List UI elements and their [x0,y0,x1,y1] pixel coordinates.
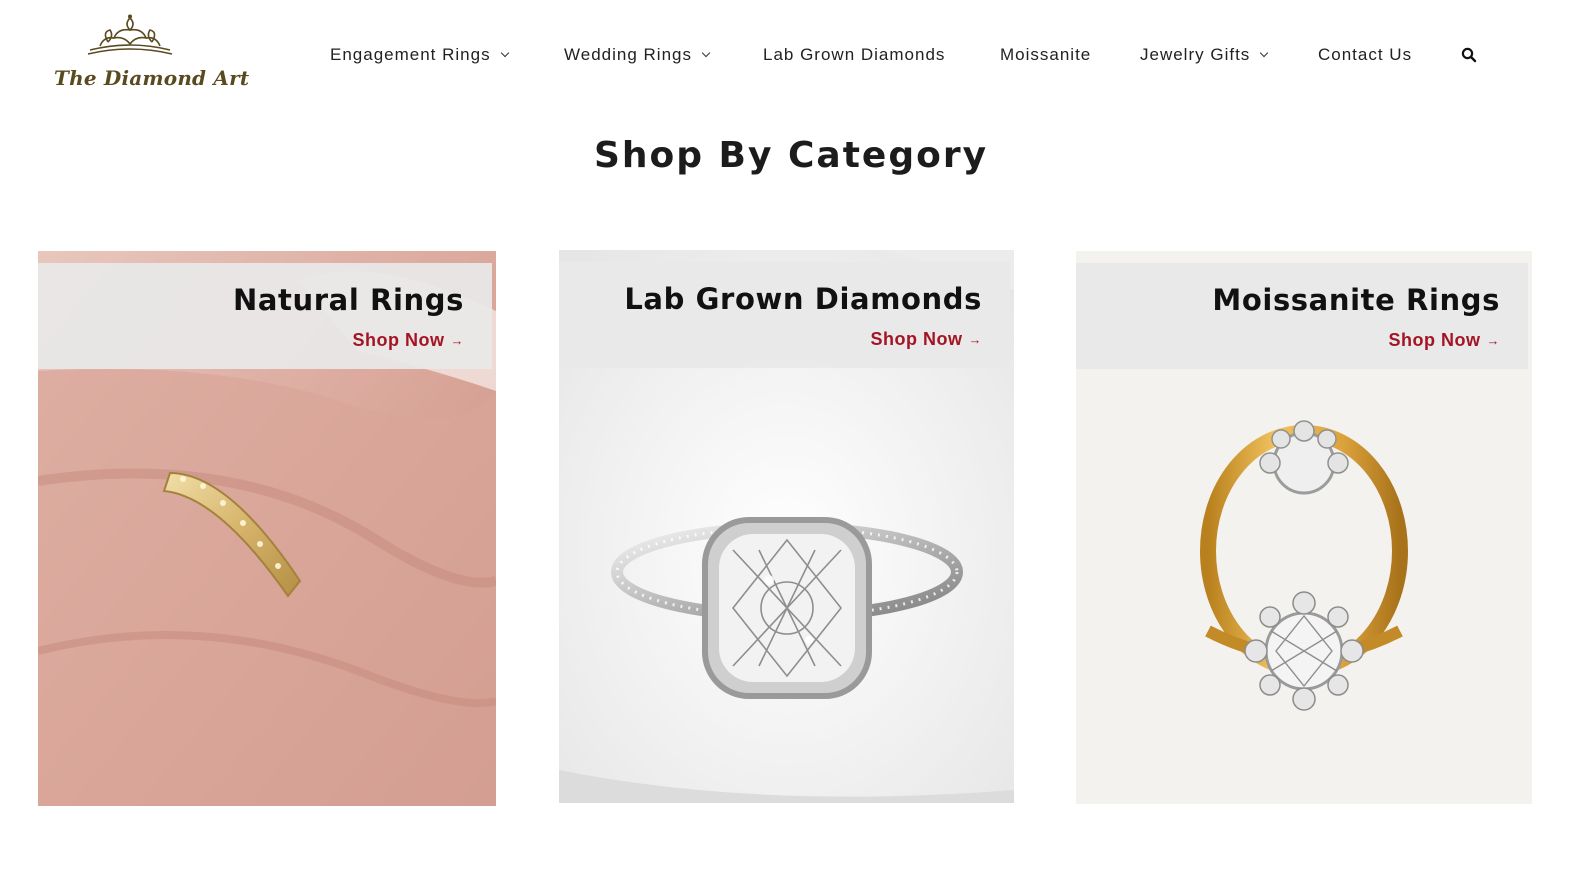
nav-label: Contact Us [1318,45,1413,64]
nav-label: Lab Grown Diamonds [763,45,946,64]
category-banner: Lab Grown Diamonds Shop Now → [559,262,1010,368]
shop-now-label: Shop Now [1388,330,1481,350]
category-title: Lab Grown Diamonds [624,282,982,316]
tiara-icon [87,14,173,55]
nav-label: Moissanite [1000,45,1092,64]
category-banner: Moissanite Rings Shop Now → [1076,263,1528,369]
shop-now-link[interactable]: Shop Now → [871,329,983,350]
chevron-down-icon [500,48,509,58]
brand-name: The Diamond Art [54,66,250,90]
category-title: Natural Rings [233,283,464,317]
category-banner: Natural Rings Shop Now → [38,263,492,369]
arrow-right-icon: → [1486,333,1500,348]
nav-lab-grown-diamonds[interactable]: Lab Grown Diamonds [763,40,945,70]
shop-now-label: Shop Now [870,329,963,349]
nav-contact-us[interactable]: Contact Us [1318,40,1412,70]
nav-label: Engagement Rings [330,45,491,64]
category-title: Moissanite Rings [1212,283,1500,317]
shop-now-link[interactable]: Shop Now → [1389,330,1501,351]
category-card-lab-grown-diamonds[interactable]: Lab Grown Diamonds Shop Now → [559,250,1014,803]
shop-now-label: Shop Now [352,330,445,350]
site-header: The Diamond Art Engagement Rings Wedding… [0,0,1582,110]
chevron-down-icon [1260,48,1269,58]
arrow-right-icon: → [450,333,464,348]
nav-label: Jewelry Gifts [1140,45,1251,64]
arrow-right-icon: → [968,332,982,347]
shop-now-link[interactable]: Shop Now → [353,330,465,351]
brand-logo[interactable]: The Diamond Art [50,14,249,94]
nav-jewelry-gifts[interactable]: Jewelry Gifts [1140,40,1269,70]
category-card-natural-rings[interactable]: Natural Rings Shop Now → [38,251,496,806]
nav-label: Wedding Rings [564,45,692,64]
section-title: Shop By Category [593,135,989,176]
category-card-moissanite-rings[interactable]: Moissanite Rings Shop Now → [1076,251,1532,804]
search-icon[interactable] [1461,47,1477,63]
chevron-down-icon [701,48,711,58]
nav-engagement-rings[interactable]: Engagement Rings [330,40,509,70]
nav-wedding-rings[interactable]: Wedding Rings [564,40,711,70]
nav-moissanite[interactable]: Moissanite [1000,40,1091,70]
